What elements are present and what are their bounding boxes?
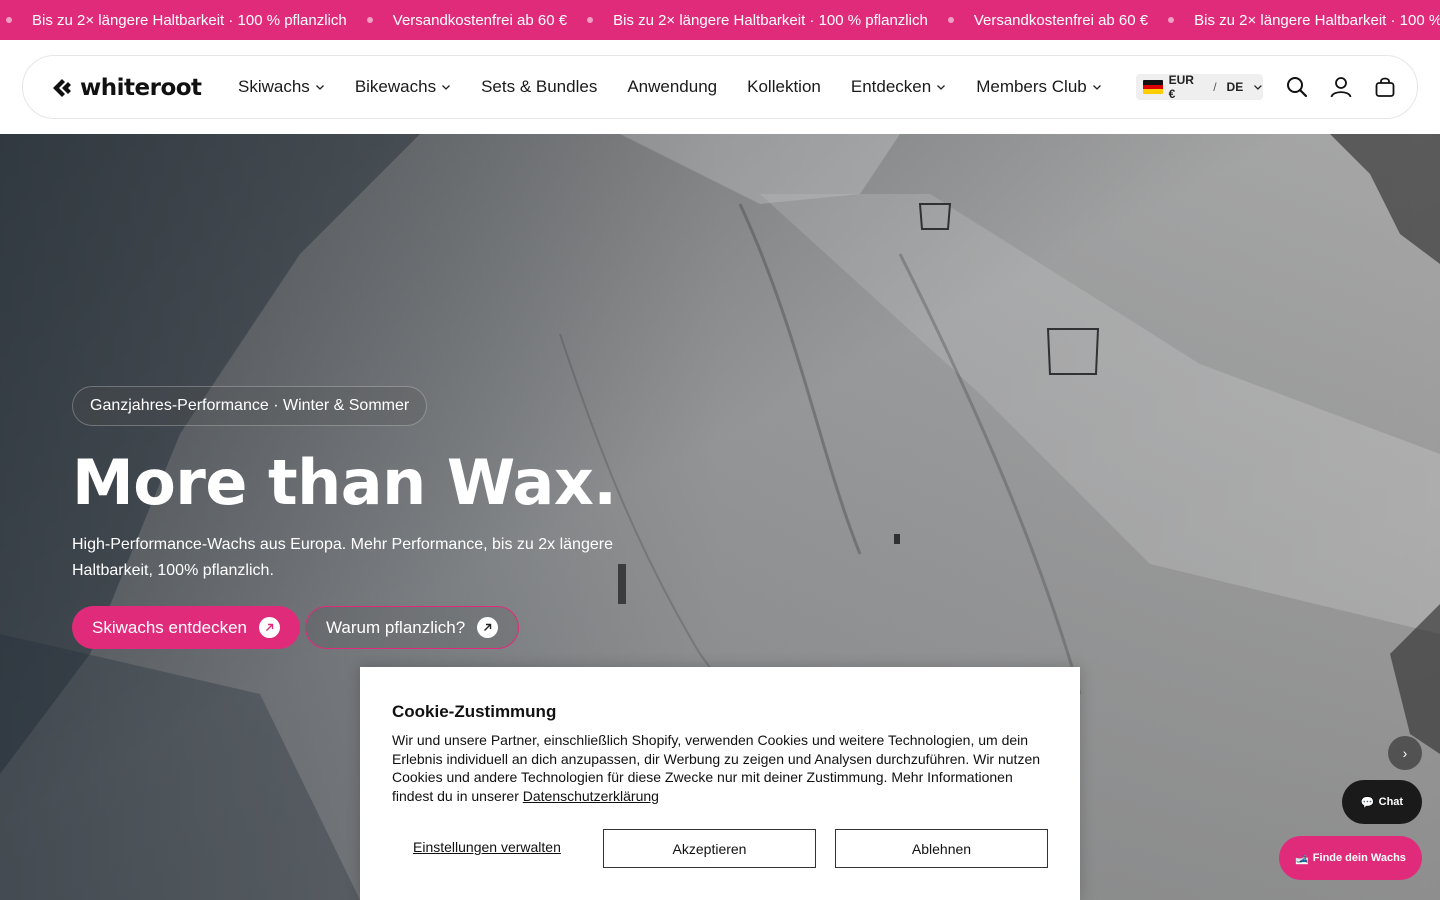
germany-flag-icon [1143,80,1163,94]
nav-item-members-club[interactable]: Members Club [976,77,1102,97]
accept-button[interactable]: Akzeptieren [603,829,816,868]
nav-item-kollektion[interactable]: Kollektion [747,77,821,97]
chat-label: Chat [1378,796,1404,808]
button-label: Warum pflanzlich? [326,617,466,637]
language-label: DE [1226,80,1244,94]
separator-dot [6,17,12,23]
currency-label: EUR € [1168,73,1194,101]
warum-pflanzlich-button[interactable]: Warum pflanzlich? [305,606,520,649]
nav-label: Kollektion [747,77,821,96]
decline-button[interactable]: Ablehnen [835,829,1048,868]
announcement-text: Versandkostenfrei ab 60 € [392,11,568,29]
cookie-title: Cookie-Zustimmung [392,702,557,721]
announcement-bar: Bis zu 2× längere Haltbarkeit · 100 % pf… [0,0,1440,40]
chevron-down-icon [442,85,451,90]
search-icon[interactable] [1285,75,1309,99]
hero-badge: Ganzjahres-Performance · Winter & Sommer [72,386,428,426]
chevron-down-icon [315,85,324,90]
nav-label: Sets & Bundles [481,77,598,96]
cookie-text: Wir und unsere Partner, einschließlich S… [392,731,1052,805]
chat-bubble-icon: 💬 [1360,796,1375,809]
locale-separator: / [1213,80,1217,94]
logo[interactable]: whiteroot [50,75,202,101]
privacy-policy-link[interactable]: Datenschutzerklärung [523,788,659,804]
cookie-body: Wir und unsere Partner, einschließlich S… [392,732,1041,804]
nav-label: Anwendung [627,77,718,96]
hero-title: More than Wax. [72,446,617,519]
cookie-consent-dialog: Cookie-Zustimmung Wir und unsere Partner… [360,667,1080,900]
nav-item-anwendung[interactable]: Anwendung [627,77,717,97]
announcement-text: Bis zu 2× längere Haltbarkeit · 100 % pf… [32,11,347,29]
header-bar: whiteroot Skiwachs Bikewachs Sets & Bund… [22,55,1418,119]
slider-next-button[interactable]: › [1388,736,1422,770]
site-header: whiteroot Skiwachs Bikewachs Sets & Bund… [0,40,1440,134]
chevron-down-icon [1092,85,1101,90]
separator-dot [587,17,594,23]
nav-item-sets-bundles[interactable]: Sets & Bundles [481,77,597,97]
cart-icon[interactable] [1373,75,1397,99]
chevron-down-icon [1254,85,1262,90]
logo-mark-icon [53,79,71,97]
separator-dot [366,17,373,23]
nav-label: Bikewachs [354,77,437,96]
announcement-text: Bis zu 2× längere Haltbarkeit · 100 % pf… [1194,11,1440,29]
nav-item-entdecken[interactable]: Entdecken [851,77,946,97]
account-icon[interactable] [1329,75,1353,99]
ski-icon: 🎿 [1295,852,1309,865]
arrow-up-right-icon [477,617,499,638]
chat-button[interactable]: 💬 Chat [1342,780,1422,824]
separator-dot [1168,17,1175,23]
chevron-down-icon [937,85,946,90]
nav-item-skiwachs[interactable]: Skiwachs [238,77,325,97]
wax-finder-button[interactable]: 🎿 Finde dein Wachs [1279,836,1422,880]
finder-label: Finde dein Wachs [1312,852,1406,864]
separator-dot [947,17,954,23]
manage-settings-link[interactable]: Einstellungen verwalten [413,839,561,855]
nav-item-bikewachs[interactable]: Bikewachs [355,77,451,97]
nav-label: Entdecken [850,77,932,96]
nav-label: Skiwachs [238,77,310,96]
announcement-text: Versandkostenfrei ab 60 € [973,11,1149,29]
skiwachs-entdecken-button[interactable]: Skiwachs entdecken [72,606,300,649]
logo-text: whiteroot [80,75,202,101]
announcement-text: Bis zu 2× längere Haltbarkeit · 100 % pf… [613,11,928,29]
button-label: Skiwachs entdecken [92,617,247,637]
hero-subtitle: High-Performance-Wachs aus Europa. Mehr … [72,536,613,579]
arrow-up-right-icon [258,617,280,638]
nav-label: Members Club [976,77,1087,96]
main-nav: Skiwachs Bikewachs Sets & Bundles Anwend… [238,56,1132,118]
locale-selector[interactable]: EUR € / DE [1136,73,1263,101]
